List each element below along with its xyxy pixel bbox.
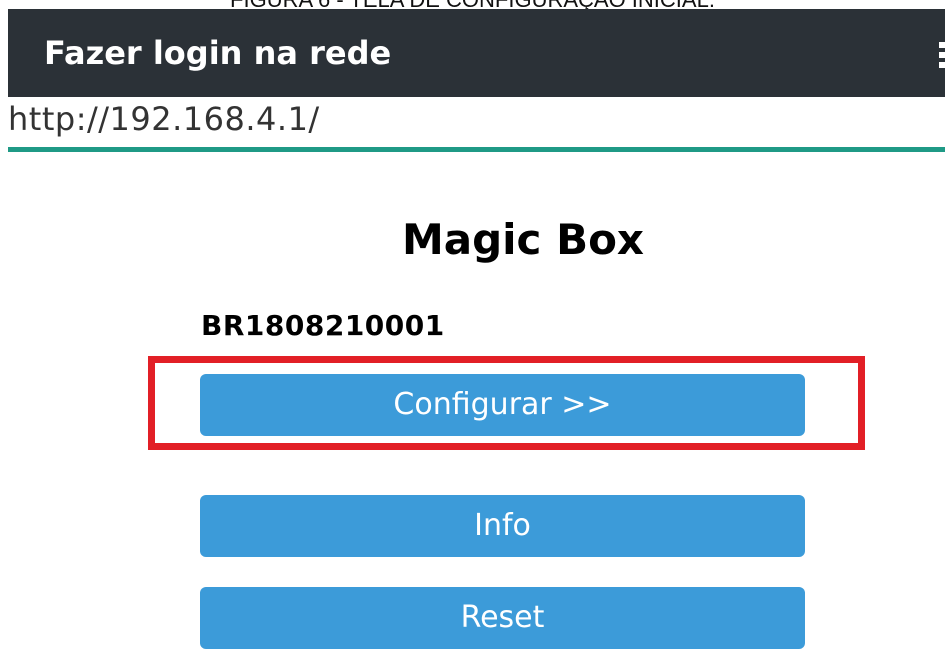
device-id-label: BR1808210001 <box>201 309 445 342</box>
url-bar-underline <box>8 147 945 152</box>
app-bar: Fazer login na rede <box>8 9 945 97</box>
url-text: http://192.168.4.1/ <box>8 100 320 138</box>
app-bar-title: Fazer login na rede <box>44 34 392 72</box>
url-bar: http://192.168.4.1/ <box>8 97 945 147</box>
info-button[interactable]: Info <box>200 495 805 557</box>
page-title: Magic Box <box>401 215 645 264</box>
overflow-menu-icon[interactable] <box>939 42 945 68</box>
configurar-button[interactable]: Configurar >> <box>200 374 805 436</box>
reset-button[interactable]: Reset <box>200 587 805 649</box>
